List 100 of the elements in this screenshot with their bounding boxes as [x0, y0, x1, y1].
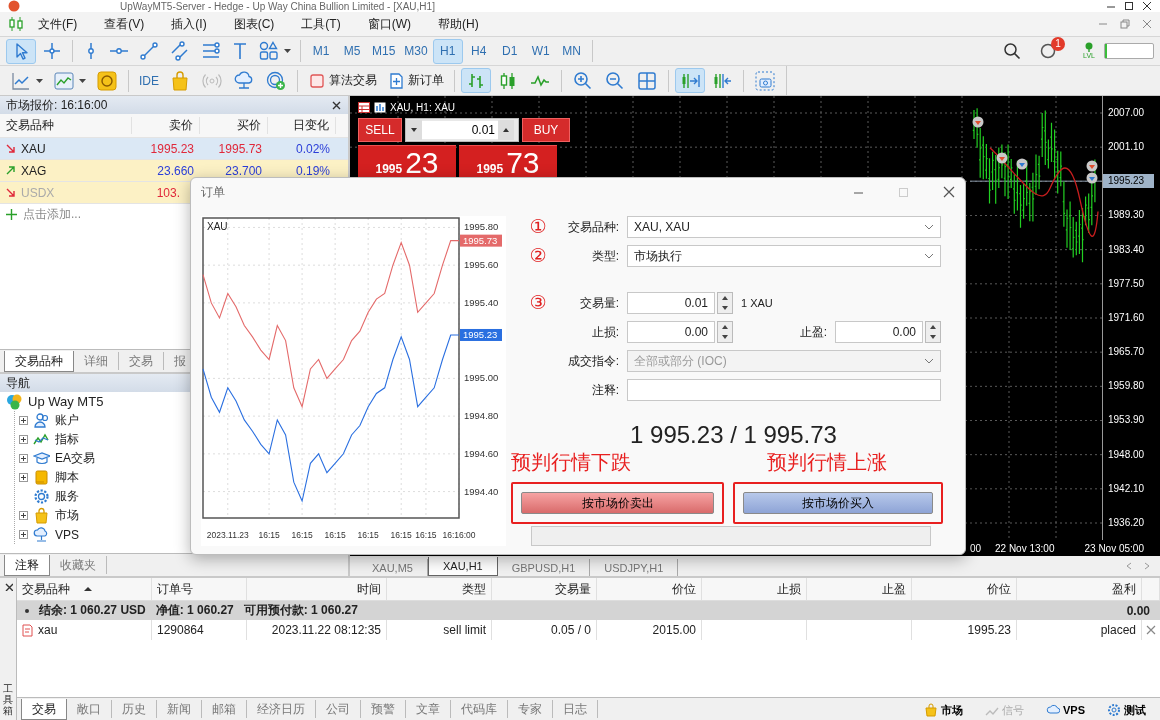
timeframe-button[interactable]: H1	[432, 38, 463, 64]
scroll-right-icon[interactable]	[1144, 562, 1150, 570]
column-header[interactable]: 交易品种	[17, 578, 152, 600]
tree-item[interactable]: 指标	[19, 430, 342, 449]
timeframe-button[interactable]: M5	[337, 38, 367, 64]
volume-field[interactable]: 0.01	[405, 118, 519, 142]
spin-buttons[interactable]	[925, 321, 941, 343]
buy-market-button[interactable]: 按市场价买入	[743, 492, 933, 514]
column-header[interactable]: 价位	[597, 578, 702, 600]
tab[interactable]: 注释	[4, 555, 50, 576]
column-header[interactable]: 止损	[702, 578, 807, 600]
expand-icon[interactable]	[19, 530, 28, 539]
tab[interactable]: 交易品种	[4, 351, 74, 372]
dropdown-field[interactable]: XAU, XAU	[627, 216, 941, 238]
tab[interactable]: 新闻	[157, 700, 202, 718]
expand-icon[interactable]	[19, 416, 28, 425]
column-header[interactable]: 买价	[200, 117, 268, 134]
expand-icon[interactable]	[19, 473, 28, 482]
tool-button[interactable]	[6, 38, 36, 64]
tree-item[interactable]: 脚本	[19, 468, 342, 487]
panel-tab[interactable]: 市场	[918, 701, 969, 719]
timeframe-button[interactable]: M30	[400, 38, 432, 64]
trade-marker-icon[interactable]	[996, 152, 1008, 164]
panel-tab[interactable]: 测试	[1101, 701, 1152, 719]
scroll-left-icon[interactable]	[1126, 562, 1132, 570]
number-field[interactable]: 0.00	[835, 321, 923, 343]
timeframe-button[interactable]: M1	[306, 38, 336, 64]
comment-field[interactable]	[627, 379, 941, 401]
menu-item[interactable]: 工具(T)	[287, 13, 354, 35]
tab[interactable]: 历史	[112, 700, 157, 718]
menu-item[interactable]: 图表(C)	[219, 13, 288, 35]
trade-marker-icon[interactable]	[972, 116, 984, 128]
column-header[interactable]: 价位	[912, 578, 1017, 600]
tab[interactable]: 代码库	[451, 700, 508, 718]
timeframe-button[interactable]: W1	[525, 38, 556, 64]
tab[interactable]: 文章	[406, 700, 451, 718]
tab[interactable]: 交易	[119, 352, 164, 370]
tab[interactable]: 敞口	[67, 700, 112, 718]
number-field[interactable]: 0.01	[627, 292, 715, 314]
close-icon[interactable]	[1142, 1, 1152, 11]
column-header[interactable]: 日变化	[268, 117, 336, 134]
tab[interactable]: 交易	[21, 699, 67, 720]
chart-tab[interactable]: XAU,H1	[427, 557, 498, 576]
search-icon[interactable]	[1003, 42, 1022, 60]
column-header[interactable]: 交易量	[492, 578, 597, 600]
tab[interactable]: 邮箱	[202, 700, 247, 718]
timeframe-button[interactable]: MN	[556, 38, 587, 64]
tab[interactable]: 预警	[361, 700, 406, 718]
timeframe-button[interactable]: D1	[494, 38, 525, 64]
tree-item[interactable]: Up Way MT5	[6, 392, 342, 411]
decrease-button[interactable]	[406, 120, 422, 140]
timeframe-button[interactable]: H4	[463, 38, 494, 64]
ide-button[interactable]: IDE	[135, 68, 163, 93]
menu-item[interactable]: 帮助(H)	[424, 13, 492, 35]
column-header[interactable]: 类型	[387, 578, 492, 600]
column-header[interactable]: 盈利	[1017, 578, 1142, 600]
tab[interactable]: 日志	[553, 700, 598, 718]
trade-marker-icon[interactable]	[1016, 158, 1028, 170]
menu-item[interactable]: 查看(V)	[90, 13, 158, 35]
tree-item[interactable]: 市场	[19, 506, 342, 525]
column-header[interactable]: 订单号	[152, 578, 247, 600]
toolbar-button[interactable]	[461, 68, 491, 93]
toolbar-button[interactable]	[675, 68, 705, 93]
increase-button[interactable]	[498, 120, 514, 140]
restore-icon[interactable]	[1120, 19, 1130, 29]
close-icon[interactable]	[943, 186, 955, 198]
tree-item[interactable]: EA交易	[19, 449, 342, 468]
column-header[interactable]: 卖价	[132, 117, 200, 134]
buy-button[interactable]: BUY	[522, 118, 570, 142]
menu-item[interactable]: 窗口(W)	[353, 13, 424, 35]
tab[interactable]: 专家	[508, 700, 553, 718]
column-header[interactable]: 时间	[247, 578, 387, 600]
order-row[interactable]: xau 1290864 2023.11.22 08:12:35 sell limit 0.05 / 0 2015.00 1995.23 placed	[17, 620, 1160, 640]
trade-marker-icon[interactable]	[1086, 160, 1098, 172]
trade-marker-icon[interactable]	[1086, 172, 1098, 184]
quote-row[interactable]: XAU 1995.23 1995.73 0.02%	[0, 138, 348, 160]
panel-tab[interactable]: VPS	[1040, 702, 1091, 718]
menu-item[interactable]: 插入(I)	[157, 13, 220, 35]
tab[interactable]: 详细	[74, 352, 119, 370]
close-icon[interactable]	[331, 99, 342, 111]
sell-market-button[interactable]: 按市场价卖出	[521, 492, 714, 514]
tab[interactable]: 经济日历	[247, 700, 316, 718]
tab[interactable]: 公司	[316, 700, 361, 718]
tree-item[interactable]: 服务	[19, 487, 342, 506]
spin-buttons[interactable]	[717, 321, 733, 343]
expand-icon[interactable]	[19, 511, 28, 520]
column-header[interactable]: 止盈	[807, 578, 912, 600]
menu-item[interactable]: 文件(F)	[24, 13, 91, 35]
expand-icon[interactable]	[19, 454, 28, 463]
tab[interactable]: 收藏夹	[50, 556, 107, 574]
sell-button[interactable]: SELL	[358, 118, 402, 142]
expand-icon[interactable]	[19, 435, 28, 444]
tree-item[interactable]: 账户	[19, 411, 342, 430]
timeframe-button[interactable]: M15	[368, 38, 400, 64]
close-icon[interactable]	[3, 582, 13, 591]
toolbar-button[interactable]: 新订单	[383, 68, 448, 93]
number-field[interactable]: 0.00	[627, 321, 715, 343]
column-header[interactable]: 交易品种	[0, 117, 132, 134]
spin-buttons[interactable]	[717, 292, 733, 314]
toolbar-button[interactable]: 算法交易	[304, 68, 381, 93]
